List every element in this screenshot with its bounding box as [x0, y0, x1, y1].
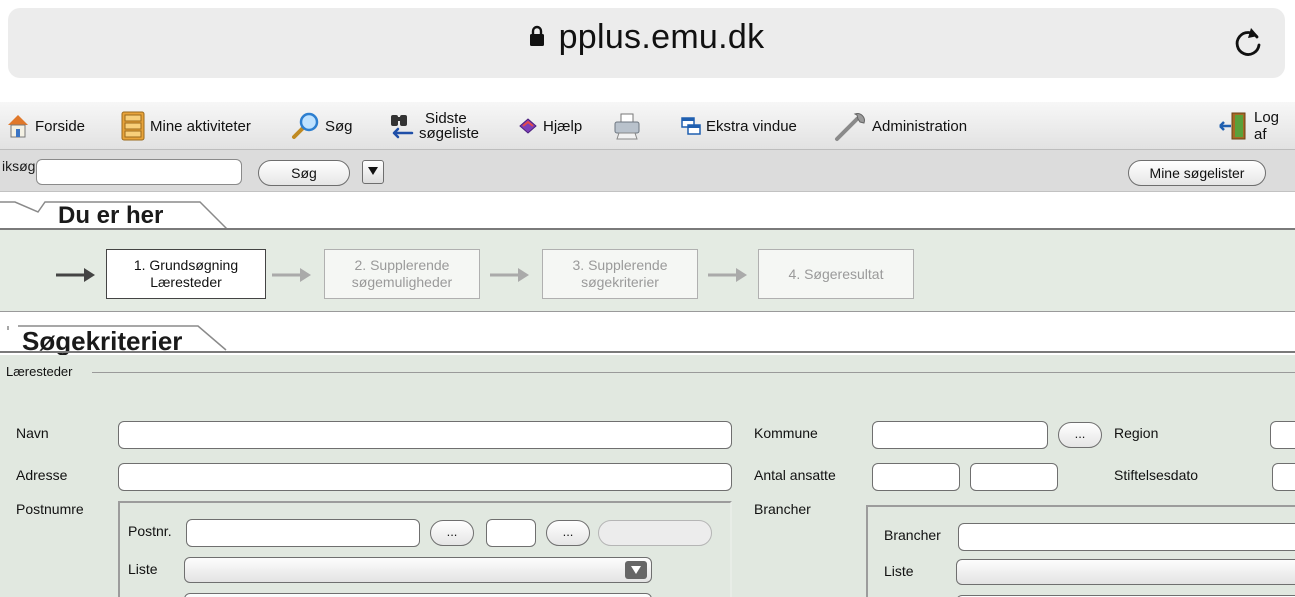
- stiftelsesdato-input[interactable]: [1272, 463, 1295, 491]
- antal-ansatte-label: Antal ansatte: [754, 467, 836, 483]
- du-er-her-title: Du er her: [58, 202, 164, 229]
- toolbar-log-af[interactable]: Log af: [1219, 102, 1295, 150]
- navn-label: Navn: [16, 425, 49, 441]
- quicksearch-label: iksøg: [2, 158, 36, 174]
- step-4-line1: 4. Søgeresultat: [788, 265, 884, 282]
- step-arrow-icon: [708, 265, 748, 290]
- quicksearch-dropdown[interactable]: [362, 160, 384, 184]
- step-2-supplerende-soegemuligheder[interactable]: 2. Supplerende søgemuligheder: [324, 249, 480, 299]
- lock-icon: [529, 17, 545, 56]
- step-1-line1: 1. Grundsøgning: [133, 257, 239, 273]
- postnumre-group: Postnr. ... ... Liste: [118, 501, 732, 597]
- step-3-line1: 3. Supplerende: [572, 257, 668, 273]
- kommune-lookup-button[interactable]: ...: [1058, 422, 1102, 448]
- brancher-input[interactable]: [958, 523, 1295, 551]
- toolbar-administration-label: Administration: [872, 117, 968, 135]
- toolbar-mine-aktiviteter-label: Mine aktiviteter: [150, 117, 251, 135]
- postnr-to-input[interactable]: [486, 519, 536, 547]
- brancher-liste-select[interactable]: [956, 559, 1295, 585]
- quicksearch-input[interactable]: [36, 159, 242, 185]
- filing-cabinet-icon: [121, 111, 145, 141]
- postnr-add-button-disabled: [598, 520, 712, 546]
- brancher-inner-label: Brancher: [884, 527, 941, 543]
- brancher-label: Brancher: [754, 501, 811, 517]
- toolbar-print[interactable]: [612, 102, 647, 150]
- windows-icon: [681, 117, 701, 135]
- home-icon: [6, 113, 30, 139]
- toolbar-forside-label: Forside: [35, 117, 86, 135]
- postnr-label: Postnr.: [128, 523, 172, 539]
- magnifier-icon: [290, 111, 320, 141]
- quicksearch-bar: iksøg Søg Mine søgelister: [0, 150, 1295, 192]
- liste-right-label: Liste: [884, 563, 914, 579]
- toolbar-log-af-label: Log af: [1254, 109, 1280, 143]
- region-input[interactable]: [1270, 421, 1295, 449]
- toolbar-ekstra-vindue-label: Ekstra vindue: [706, 117, 797, 135]
- mine-soegelister-button[interactable]: Mine søgelister: [1128, 160, 1266, 186]
- step-1-line2: Læresteder: [150, 274, 222, 290]
- toolbar-hjaelp[interactable]: Hjælp: [518, 102, 582, 150]
- url-display[interactable]: pplus.emu.dk: [8, 18, 1285, 59]
- kommune-input[interactable]: [872, 421, 1048, 449]
- step-4-soegeresultat[interactable]: 4. Søgeresultat: [758, 249, 914, 299]
- liste-select-2[interactable]: [184, 593, 652, 597]
- quicksearch-button[interactable]: Søg: [258, 160, 350, 186]
- toolbar-sidste-line2: søgeliste: [419, 125, 480, 142]
- step-1-grundsoegning[interactable]: 1. Grundsøgning Læresteder: [106, 249, 266, 299]
- kommune-label: Kommune: [754, 425, 818, 441]
- postnumre-label: Postnumre: [16, 501, 84, 517]
- toolbar-administration[interactable]: Administration: [833, 102, 967, 150]
- step-2-line2: søgemuligheder: [351, 274, 453, 290]
- antal-ansatte-til-input[interactable]: [970, 463, 1058, 491]
- printer-icon: [612, 112, 642, 140]
- toolbar-hjaelp-label: Hjælp: [543, 117, 583, 135]
- antal-ansatte-fra-input[interactable]: [872, 463, 960, 491]
- logout-door-icon: [1219, 111, 1249, 141]
- toolbar-soeg-label: Søg: [325, 117, 353, 135]
- step-3-line2: søgekriterier: [581, 274, 659, 290]
- liste-label: Liste: [128, 561, 158, 577]
- step-arrow-icon: [272, 265, 312, 290]
- toolbar-soeg[interactable]: Søg: [290, 102, 353, 150]
- adresse-input[interactable]: [118, 463, 732, 491]
- select-arrow-icon: [625, 561, 647, 579]
- triangle-down-icon: [367, 163, 379, 181]
- toolbar-ekstra-vindue[interactable]: Ekstra vindue: [681, 102, 797, 150]
- step-arrow-icon: [490, 265, 530, 290]
- url-text: pplus.emu.dk: [558, 18, 765, 56]
- wrench-icon: [833, 110, 867, 142]
- postnr-from-lookup-button[interactable]: ...: [430, 520, 474, 546]
- toolbar-sidste-line1: Sidste: [425, 110, 467, 127]
- liste-select[interactable]: [184, 557, 652, 583]
- help-book-icon: [518, 117, 538, 135]
- binoculars-icon: [388, 111, 414, 141]
- postnr-from-input[interactable]: [186, 519, 420, 547]
- postnr-to-lookup-button[interactable]: ...: [546, 520, 590, 546]
- fieldset-border: [92, 372, 1295, 373]
- section-divider: [0, 311, 1295, 312]
- toolbar-mine-aktiviteter[interactable]: Mine aktiviteter: [121, 102, 251, 150]
- navn-input[interactable]: [118, 421, 732, 449]
- step-arrow-icon: [56, 265, 96, 290]
- reload-icon[interactable]: [1233, 26, 1263, 63]
- region-label: Region: [1114, 425, 1159, 441]
- toolbar-sidste-label: Sidste søgeliste: [419, 111, 479, 141]
- toolbar-forside[interactable]: Forside: [6, 102, 85, 150]
- app-toolbar: Forside Mine aktiviteter Søg Sidste søge…: [0, 102, 1295, 150]
- browser-address-bar[interactable]: pplus.emu.dk: [8, 8, 1285, 78]
- step-3-supplerende-soegekriterier[interactable]: 3. Supplerende søgekriterier: [542, 249, 698, 299]
- stiftelsesdato-label: Stiftelsesdato: [1114, 467, 1199, 483]
- section-divider: [0, 351, 1295, 353]
- search-criteria-form: Læresteder Navn Adresse Postnumre Postnr…: [0, 355, 1295, 597]
- adresse-label: Adresse: [16, 467, 68, 483]
- brancher-group: Brancher Liste: [866, 505, 1295, 597]
- step-2-line1: 2. Supplerende: [354, 257, 450, 273]
- fieldset-legend-laeresteder: Læresteder: [6, 364, 73, 379]
- toolbar-sidste-soegeliste[interactable]: Sidste søgeliste: [388, 102, 479, 150]
